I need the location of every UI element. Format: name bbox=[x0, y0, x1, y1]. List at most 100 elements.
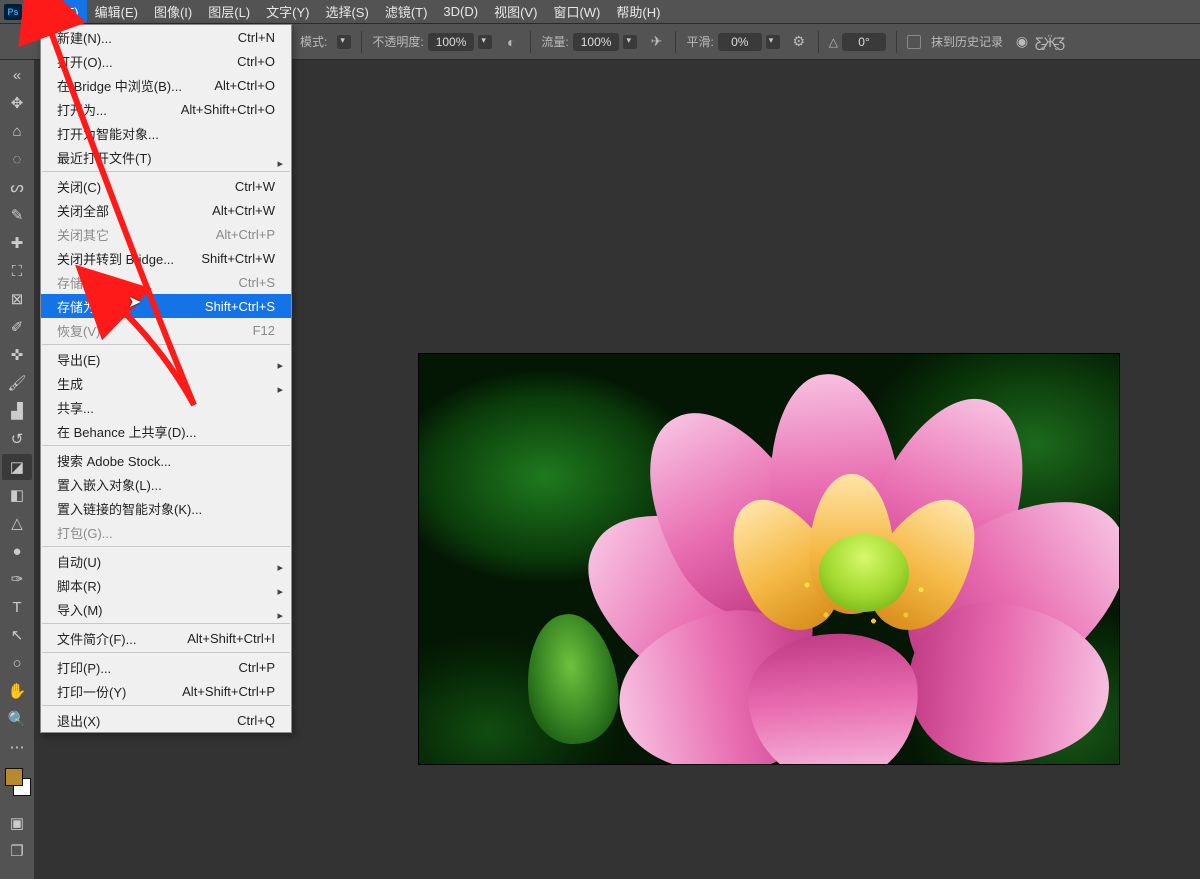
tool-eraser[interactable]: ◪ bbox=[2, 454, 32, 480]
file-menu-item-22[interactable]: 置入链接的智能对象(K)... bbox=[41, 496, 291, 520]
tool-brush[interactable]: ✎ bbox=[2, 202, 32, 228]
menu-item-label: 打开(O)... bbox=[57, 52, 113, 71]
collapse-icon[interactable]: « bbox=[2, 62, 32, 88]
file-menu-item-15[interactable]: 导出(E) bbox=[41, 347, 291, 371]
tool-paint[interactable]: 🖌 bbox=[2, 370, 32, 396]
menu-filter[interactable]: 滤镜(T) bbox=[377, 0, 436, 23]
file-menu-item-27[interactable]: 导入(M) bbox=[41, 597, 291, 621]
file-menu-item-12[interactable]: 存储为(A)...Shift+Ctrl+S bbox=[41, 294, 291, 318]
menu-layer[interactable]: 图层(L) bbox=[200, 0, 258, 23]
tool-dodge[interactable]: ● bbox=[2, 538, 32, 564]
file-menu-item-21[interactable]: 置入嵌入对象(L)... bbox=[41, 472, 291, 496]
file-menu-item-2[interactable]: 在 Bridge 中浏览(B)...Alt+Ctrl+O bbox=[41, 73, 291, 97]
flow-value[interactable]: 100% bbox=[573, 33, 620, 51]
file-menu-item-23: 打包(G)... bbox=[41, 520, 291, 544]
mode-dropdown[interactable] bbox=[337, 35, 351, 49]
menu-item-label: 打开为... bbox=[57, 100, 107, 119]
opacity-value[interactable]: 100% bbox=[428, 33, 475, 51]
tool-pen[interactable]: ✑ bbox=[2, 566, 32, 592]
menu-window[interactable]: 窗口(W) bbox=[545, 0, 608, 23]
file-menu-item-25[interactable]: 自动(U) bbox=[41, 549, 291, 573]
menu-image[interactable]: 图像(I) bbox=[146, 0, 200, 23]
smooth-gear-icon[interactable]: ⚙ bbox=[790, 33, 808, 51]
tool-shape[interactable]: ○ bbox=[2, 650, 32, 676]
quickmask-icon[interactable]: ▣ bbox=[2, 810, 32, 836]
pressure-opacity-icon[interactable]: ◐ bbox=[502, 33, 520, 51]
tool-history-brush[interactable]: ↺ bbox=[2, 426, 32, 452]
file-menu-item-32[interactable]: 打印一份(Y)Alt+Shift+Ctrl+P bbox=[41, 679, 291, 703]
menu-item-label: 存储(S) bbox=[57, 273, 100, 292]
menu-item-shortcut: Alt+Shift+Ctrl+O bbox=[181, 102, 275, 117]
menu-type[interactable]: 文字(Y) bbox=[258, 0, 317, 23]
tool-eyedropper[interactable]: ✐ bbox=[2, 314, 32, 340]
flow-dropdown[interactable] bbox=[623, 35, 637, 49]
airbrush-icon[interactable]: ✈ bbox=[647, 33, 665, 51]
file-menu-item-10[interactable]: 关闭并转到 Bridge...Shift+Ctrl+W bbox=[41, 246, 291, 270]
document-canvas[interactable] bbox=[419, 354, 1119, 764]
menu-item-label: 脚本(R) bbox=[57, 576, 101, 595]
file-menu-item-31[interactable]: 打印(P)...Ctrl+P bbox=[41, 655, 291, 679]
file-menu-item-3[interactable]: 打开为... Alt+Shift+Ctrl+O bbox=[41, 97, 291, 121]
tool-heal[interactable]: ✚ bbox=[2, 230, 32, 256]
menu-file[interactable]: 文件(F) bbox=[28, 0, 87, 23]
tool-more[interactable]: ⋯ bbox=[2, 734, 32, 760]
tool-move[interactable]: ✥ bbox=[2, 90, 32, 116]
file-menu-item-26[interactable]: 脚本(R) bbox=[41, 573, 291, 597]
foreground-swatch[interactable] bbox=[5, 768, 23, 786]
file-menu-item-0[interactable]: 新建(N)...Ctrl+N bbox=[41, 25, 291, 49]
file-menu-item-29[interactable]: 文件简介(F)...Alt+Shift+Ctrl+I bbox=[41, 626, 291, 650]
tool-spot-heal[interactable]: ✜ bbox=[2, 342, 32, 368]
angle-label: △ bbox=[829, 35, 838, 49]
menu-item-label: 打印一份(Y) bbox=[57, 682, 126, 701]
file-menu-item-1[interactable]: 打开(O)...Ctrl+O bbox=[41, 49, 291, 73]
history-checkbox[interactable] bbox=[907, 35, 921, 49]
tool-artboard[interactable]: ⌂ bbox=[2, 118, 32, 144]
tool-zoom[interactable]: 🔍 bbox=[2, 706, 32, 732]
tool-crop[interactable]: ⛶ bbox=[2, 258, 32, 284]
screenmode-icon[interactable]: ❐ bbox=[2, 838, 32, 864]
file-menu-item-9: 关闭其它Alt+Ctrl+P bbox=[41, 222, 291, 246]
tool-frame[interactable]: ⊠ bbox=[2, 286, 32, 312]
file-menu-item-5[interactable]: 最近打开文件(T) bbox=[41, 145, 291, 169]
file-menu-item-18[interactable]: 在 Behance 上共享(D)... bbox=[41, 419, 291, 443]
menu-item-shortcut: Shift+Ctrl+S bbox=[205, 299, 275, 314]
tool-lasso[interactable]: ᔕ bbox=[2, 174, 32, 200]
menu-item-label: 搜索 Adobe Stock... bbox=[57, 451, 171, 470]
menu-edit[interactable]: 编辑(E) bbox=[87, 0, 146, 23]
tool-type[interactable]: T bbox=[2, 594, 32, 620]
menu-item-shortcut: Alt+Ctrl+P bbox=[216, 227, 275, 242]
tool-gradient[interactable]: ◧ bbox=[2, 482, 32, 508]
menu-3d[interactable]: 3D(D) bbox=[435, 2, 486, 21]
tool-hand[interactable]: ✋ bbox=[2, 678, 32, 704]
menu-select[interactable]: 选择(S) bbox=[317, 0, 376, 23]
menu-item-shortcut: Ctrl+P bbox=[239, 660, 275, 675]
angle-value[interactable]: 0° bbox=[842, 33, 886, 51]
file-menu-item-8[interactable]: 关闭全部 Alt+Ctrl+W bbox=[41, 198, 291, 222]
opacity-dropdown[interactable] bbox=[478, 35, 492, 49]
file-menu-item-20[interactable]: 搜索 Adobe Stock... bbox=[41, 448, 291, 472]
pressure-size-icon[interactable]: ◉ bbox=[1013, 33, 1031, 51]
file-menu-item-4[interactable]: 打开为智能对象... bbox=[41, 121, 291, 145]
tool-blur[interactable]: △ bbox=[2, 510, 32, 536]
symmetry-icon[interactable]: Ƹ̵̡Ӝ̵̨̄Ʒ bbox=[1041, 33, 1059, 51]
tool-marquee[interactable]: ◌ bbox=[2, 146, 32, 172]
file-menu-item-34[interactable]: 退出(X)Ctrl+Q bbox=[41, 708, 291, 732]
smooth-value[interactable]: 0% bbox=[718, 33, 762, 51]
menu-item-shortcut: Alt+Ctrl+W bbox=[212, 203, 275, 218]
menu-item-label: 文件简介(F)... bbox=[57, 629, 136, 648]
menu-item-label: 关闭全部 bbox=[57, 201, 109, 220]
tool-path[interactable]: ↖ bbox=[2, 622, 32, 648]
menu-item-label: 关闭(C) bbox=[57, 177, 101, 196]
file-menu-item-17[interactable]: 共享... bbox=[41, 395, 291, 419]
menu-item-label: 打开为智能对象... bbox=[57, 124, 159, 143]
tool-stamp[interactable]: ▟ bbox=[2, 398, 32, 424]
menu-item-shortcut: Ctrl+S bbox=[239, 275, 275, 290]
menu-view[interactable]: 视图(V) bbox=[486, 0, 545, 23]
file-menu-item-7[interactable]: 关闭(C)Ctrl+W bbox=[41, 174, 291, 198]
file-menu-item-16[interactable]: 生成 bbox=[41, 371, 291, 395]
menu-item-label: 最近打开文件(T) bbox=[57, 148, 152, 167]
smooth-dropdown[interactable] bbox=[766, 35, 780, 49]
menu-item-label: 导入(M) bbox=[57, 600, 103, 619]
color-swatches[interactable] bbox=[3, 768, 31, 796]
menu-help[interactable]: 帮助(H) bbox=[608, 0, 668, 23]
